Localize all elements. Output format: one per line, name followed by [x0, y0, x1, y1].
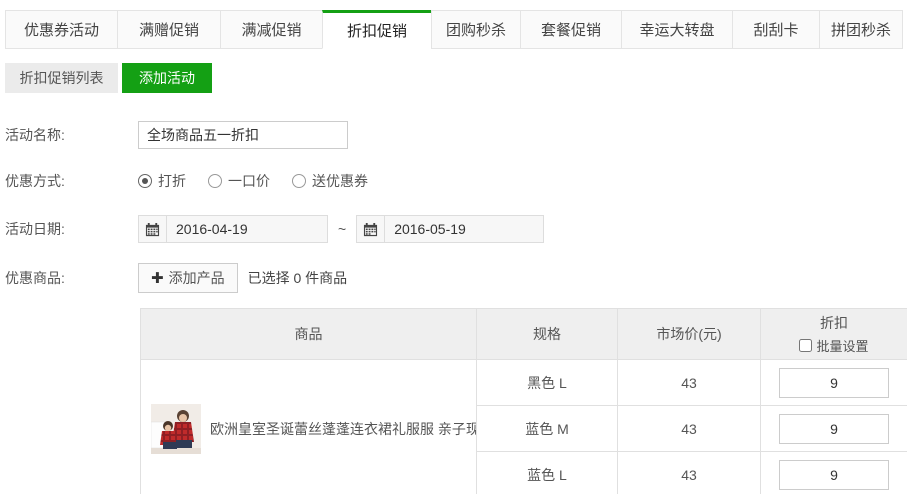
discount-input[interactable]	[779, 368, 889, 398]
tab-discount-promo[interactable]: 折扣促销	[322, 10, 432, 49]
activity-name-label: 活动名称:	[5, 125, 138, 145]
header-discount: 折扣 批量设置	[761, 309, 907, 360]
table-header-row: 商品 规格 市场价(元) 折扣 批量设置	[141, 309, 907, 360]
spec-cell: 蓝色 L	[477, 452, 618, 494]
price-cell: 43	[618, 360, 761, 406]
tab-full-gift-promo[interactable]: 满赠促销	[117, 10, 221, 49]
activity-date-label: 活动日期:	[5, 219, 138, 239]
radio-label: 送优惠券	[312, 171, 368, 191]
price-cell: 43	[618, 406, 761, 452]
tab-lucky-wheel[interactable]: 幸运大转盘	[621, 10, 733, 49]
main-tabbar: 优惠券活动 满赠促销 满减促销 折扣促销 团购秒杀 套餐促销 幸运大转盘 刮刮卡…	[0, 10, 907, 49]
date-range-separator: ~	[338, 221, 346, 237]
radio-label: 打折	[158, 171, 186, 191]
header-price: 市场价(元)	[618, 309, 761, 360]
tab-group-flash-sale[interactable]: 团购秒杀	[431, 10, 521, 49]
discount-method-label: 优惠方式:	[5, 171, 138, 191]
product-image	[151, 404, 201, 454]
add-activity-button[interactable]: 添加活动	[122, 63, 212, 93]
activity-name-input[interactable]	[138, 121, 348, 149]
end-date-input[interactable]: 2016-05-19	[356, 215, 544, 243]
product-name: 欧洲皇室圣诞蕾丝蓬蓬连衣裙礼服服 亲子现货	[210, 419, 476, 439]
selected-count-text: 已选择 0 件商品	[248, 268, 348, 288]
add-product-button[interactable]: ✚ 添加产品	[138, 263, 238, 293]
activity-form: 活动名称: 优惠方式: 打折 一口价 送优惠券 活动日期	[0, 121, 907, 293]
discount-method-radio-group: 打折 一口价 送优惠券	[138, 171, 368, 191]
radio-option-yikoujia[interactable]: 一口价	[208, 171, 270, 191]
discount-cell	[761, 452, 907, 494]
plus-icon: ✚	[151, 269, 164, 287]
discount-input[interactable]	[779, 460, 889, 490]
discount-cell	[761, 406, 907, 452]
calendar-icon	[139, 216, 167, 242]
product-table: 商品 规格 市场价(元) 折扣 批量设置	[140, 308, 907, 494]
radio-label: 一口价	[228, 171, 270, 191]
radio-option-dazhe[interactable]: 打折	[138, 171, 186, 191]
tab-scratch-card[interactable]: 刮刮卡	[732, 10, 820, 49]
spec-cell: 黑色 L	[477, 360, 618, 406]
spec-cell: 蓝色 M	[477, 406, 618, 452]
header-product: 商品	[141, 309, 477, 360]
tab-package-promo[interactable]: 套餐促销	[520, 10, 622, 49]
add-product-label: 添加产品	[169, 268, 225, 288]
batch-set-checkbox[interactable]	[799, 339, 812, 352]
end-date-value: 2016-05-19	[385, 221, 466, 237]
start-date-value: 2016-04-19	[167, 221, 248, 237]
calendar-icon	[357, 216, 385, 242]
discount-promo-list-button[interactable]: 折扣促销列表	[5, 63, 118, 93]
discount-cell	[761, 360, 907, 406]
start-date-input[interactable]: 2016-04-19	[138, 215, 328, 243]
radio-icon	[208, 174, 222, 188]
discount-promotion-page: 优惠券活动 满赠促销 满减促销 折扣促销 团购秒杀 套餐促销 幸运大转盘 刮刮卡…	[0, 10, 907, 494]
tab-full-discount-promo[interactable]: 满减促销	[220, 10, 323, 49]
header-spec: 规格	[477, 309, 618, 360]
radio-option-songyouhuiquan[interactable]: 送优惠券	[292, 171, 368, 191]
discount-input[interactable]	[779, 414, 889, 444]
radio-icon	[292, 174, 306, 188]
product-cell: 欧洲皇室圣诞蕾丝蓬蓬连衣裙礼服服 亲子现货	[141, 360, 477, 494]
promo-products-label: 优惠商品:	[5, 268, 138, 288]
tab-coupon-activity[interactable]: 优惠券活动	[5, 10, 118, 49]
price-cell: 43	[618, 452, 761, 494]
tab-pintuan-flash-sale[interactable]: 拼团秒杀	[819, 10, 903, 49]
radio-icon	[138, 174, 152, 188]
header-discount-label: 折扣	[820, 313, 848, 333]
batch-set-label: 批量设置	[816, 336, 868, 355]
subnav: 折扣促销列表 添加活动	[0, 63, 907, 93]
table-row: 欧洲皇室圣诞蕾丝蓬蓬连衣裙礼服服 亲子现货 黑色 L 43	[141, 360, 907, 406]
